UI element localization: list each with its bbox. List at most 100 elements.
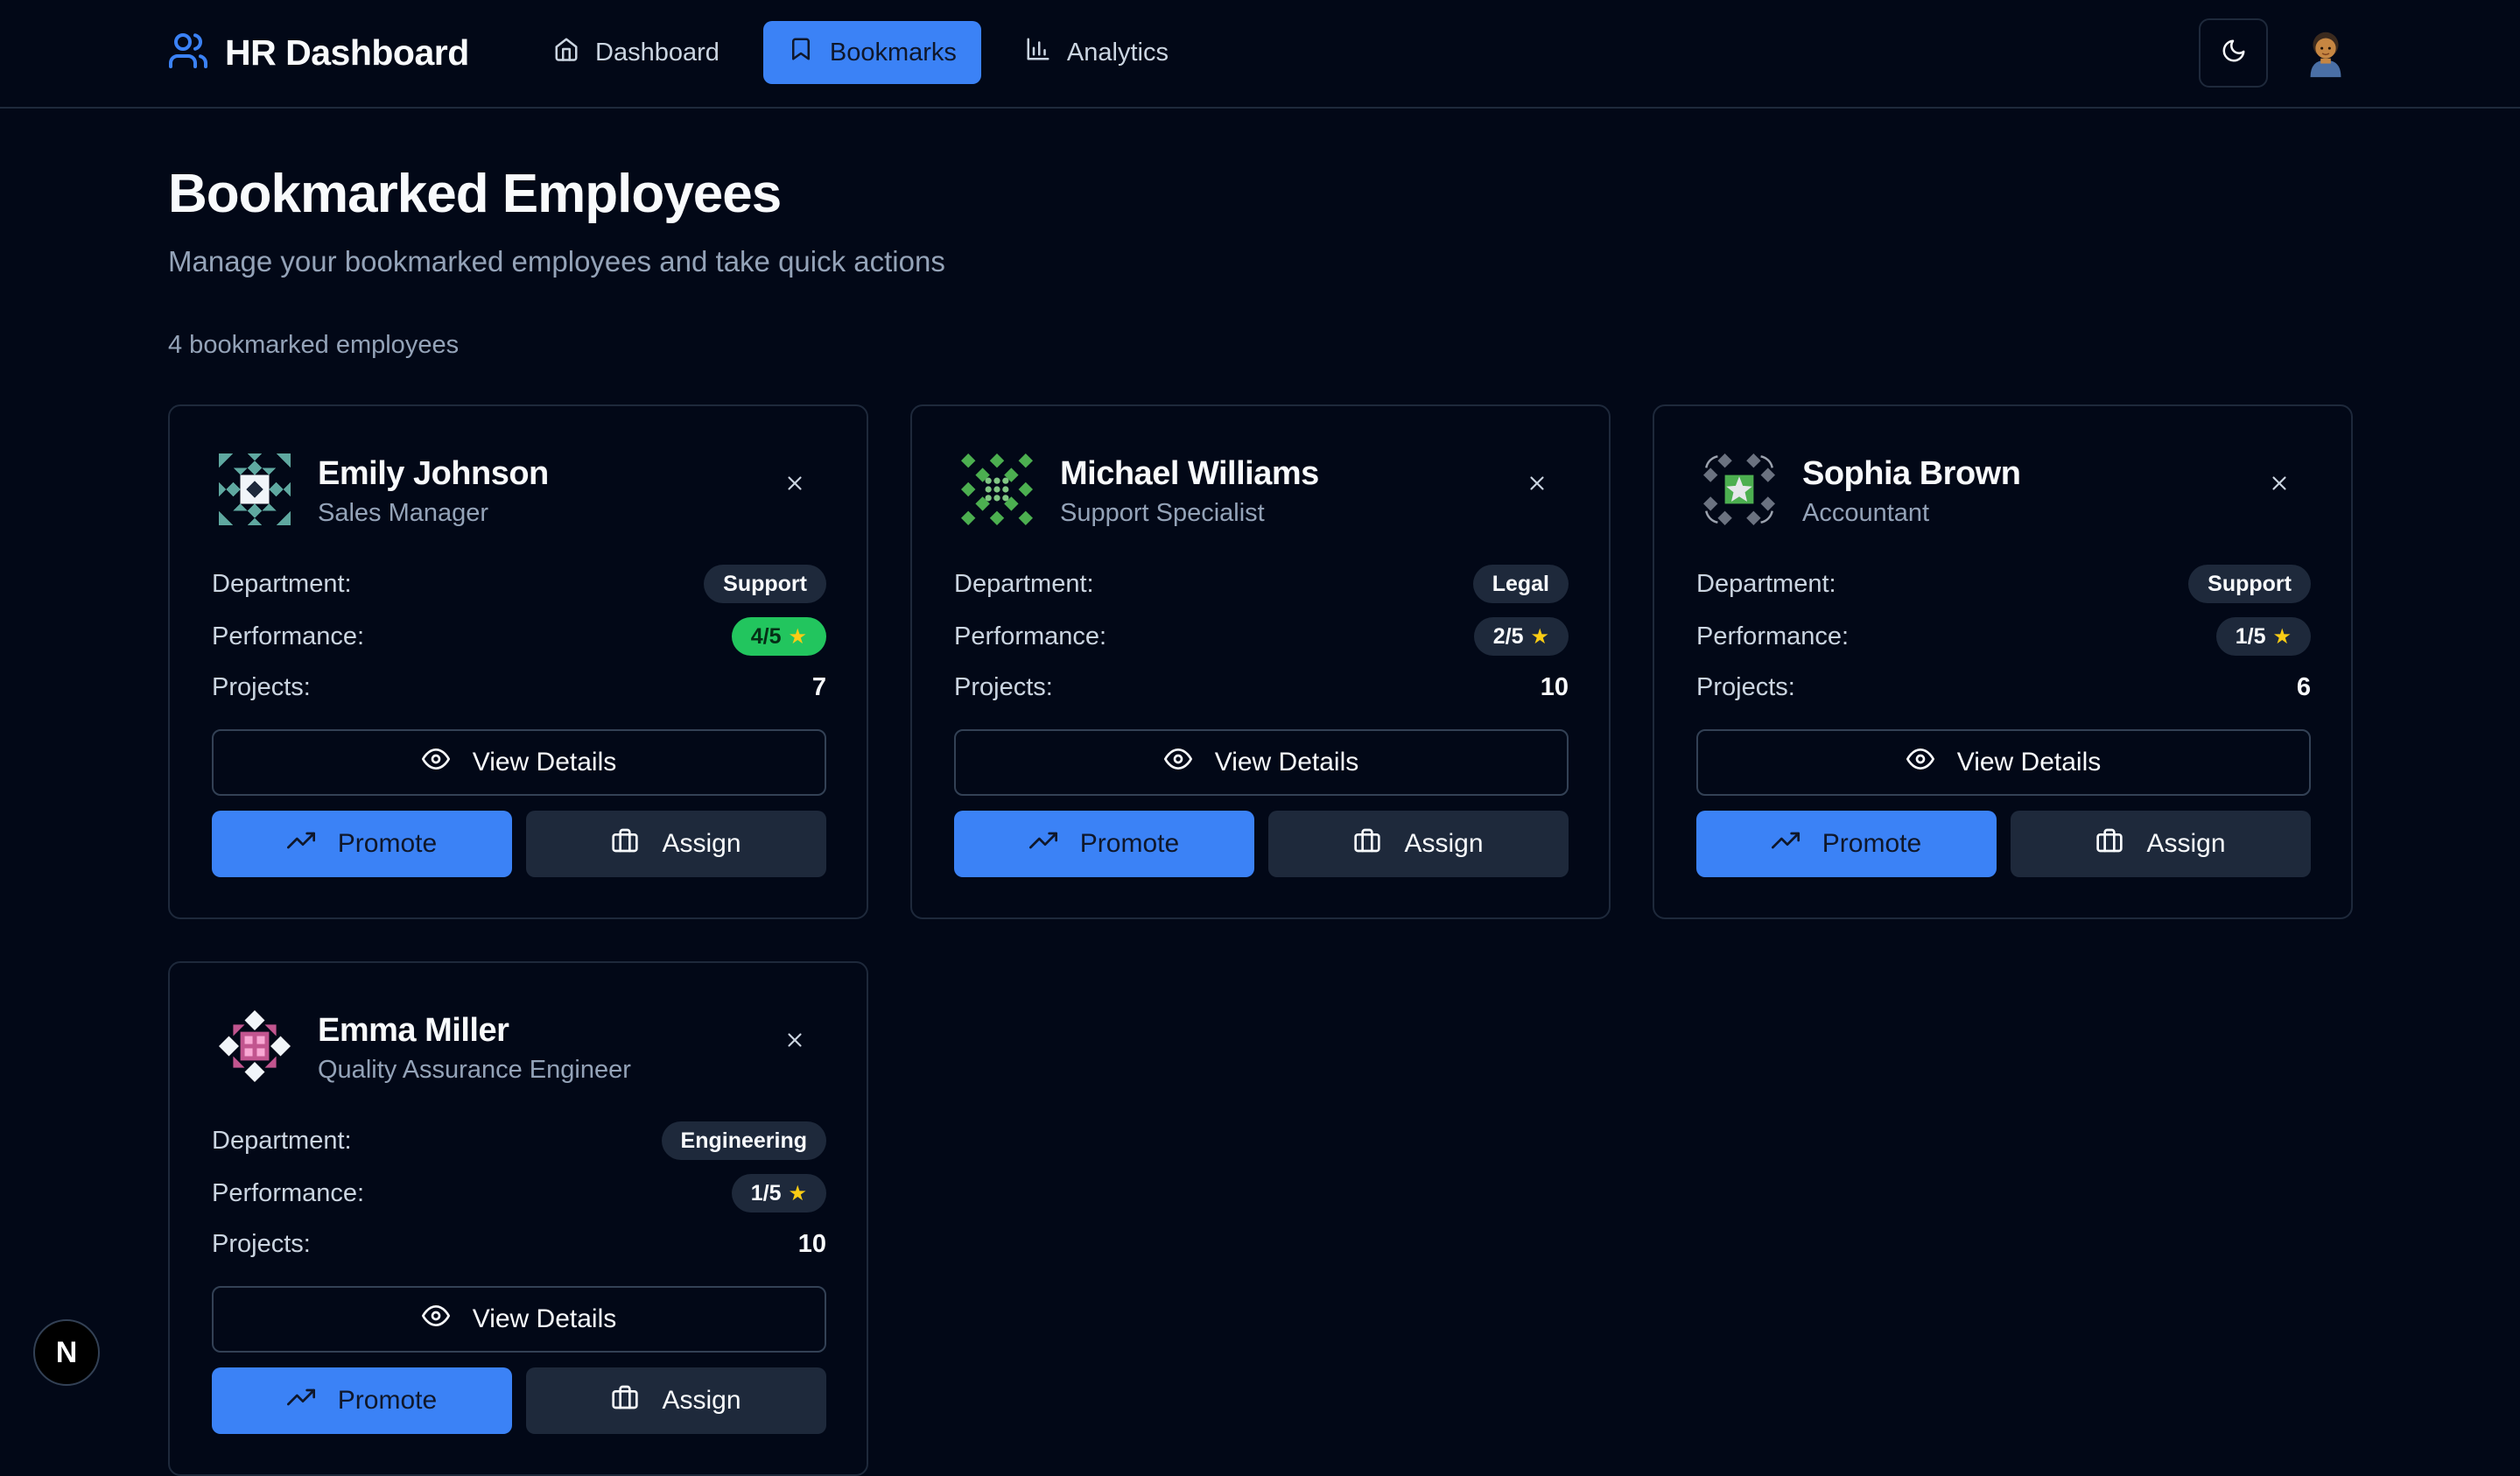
projects-label: Projects: (1696, 672, 1795, 701)
projects-value: 6 (2296, 672, 2311, 701)
briefcase-icon (2095, 826, 2123, 861)
performance-label: Performance: (1696, 622, 1850, 650)
promote-button[interactable]: Promote (212, 1367, 512, 1434)
employee-name[interactable]: Emily Johnson (318, 455, 549, 493)
bar-chart-icon (1025, 36, 1051, 69)
eye-icon (1163, 745, 1192, 780)
projects-label: Projects: (954, 672, 1053, 701)
close-icon (1526, 472, 1548, 499)
performance-value: 1/5 (2235, 623, 2266, 649)
assign-button[interactable]: Assign (2011, 811, 2311, 877)
performance-badge: 1/5 ★ (731, 1174, 826, 1212)
performance-label: Performance: (954, 622, 1107, 650)
identicon-avatar (219, 1010, 291, 1082)
performance-label: Performance: (212, 1178, 365, 1207)
department-label: Department: (212, 569, 352, 598)
employee-name[interactable]: Sophia Brown (1802, 455, 2021, 493)
app-title: HR Dashboard (225, 32, 469, 73)
projects-row: Projects: 10 (212, 1222, 826, 1266)
star-icon: ★ (1530, 624, 1549, 649)
home-icon (553, 36, 579, 69)
employee-card: Michael Williams Support Specialist Depa… (910, 404, 1611, 919)
nextjs-logo-icon: N (55, 1335, 78, 1369)
remove-bookmark-button[interactable] (2264, 469, 2295, 501)
employee-name[interactable]: Emma Miller (318, 1012, 509, 1050)
identicon-avatar (1703, 453, 1775, 525)
view-details-button[interactable]: View Details (212, 1286, 826, 1353)
performance-label: Performance: (212, 622, 365, 650)
department-row: Department: Engineering (212, 1119, 826, 1163)
performance-badge: 1/5 ★ (2215, 617, 2311, 656)
projects-label: Projects: (212, 1229, 311, 1258)
nextjs-dev-badge[interactable]: N (33, 1319, 100, 1386)
assign-label: Assign (662, 829, 741, 858)
remove-bookmark-button[interactable] (779, 1026, 811, 1058)
identicon-avatar (219, 453, 291, 525)
department-label: Department: (1696, 569, 1836, 598)
nav-item-dashboard[interactable]: Dashboard (529, 21, 744, 84)
remove-bookmark-button[interactable] (779, 469, 811, 501)
performance-row: Performance: 2/5 ★ (954, 615, 1569, 658)
brand[interactable]: HR Dashboard (167, 30, 469, 76)
projects-row: Projects: 10 (954, 665, 1569, 709)
nav-label: Dashboard (595, 38, 719, 67)
performance-row: Performance: 1/5 ★ (1696, 615, 2311, 658)
nav-item-bookmarks[interactable]: Bookmarks (762, 21, 981, 84)
main-nav: Dashboard Bookmarks Analytics (529, 21, 1193, 84)
promote-button[interactable]: Promote (1696, 811, 1997, 877)
assign-button[interactable]: Assign (526, 1367, 826, 1434)
nav-item-analytics[interactable]: Analytics (1000, 21, 1193, 84)
page-subtitle: Manage your bookmarked employees and tak… (168, 245, 945, 278)
performance-row: Performance: 1/5 ★ (212, 1171, 826, 1215)
trending-up-icon (286, 826, 315, 861)
user-avatar[interactable] (2299, 25, 2353, 79)
department-row: Department: Support (212, 562, 826, 606)
remove-bookmark-button[interactable] (1521, 469, 1553, 501)
department-badge: Engineering (661, 1121, 826, 1160)
employee-role: Accountant (1802, 499, 1930, 527)
bookmark-icon (788, 36, 814, 69)
users-icon (167, 30, 209, 76)
view-details-button[interactable]: View Details (954, 729, 1569, 796)
assign-label: Assign (2146, 829, 2226, 858)
projects-value: 7 (811, 672, 826, 701)
assign-label: Assign (1404, 829, 1484, 858)
close-icon (783, 1029, 806, 1056)
employee-role: Quality Assurance Engineer (318, 1056, 631, 1084)
performance-value: 2/5 (1492, 623, 1524, 649)
view-details-label: View Details (1214, 748, 1359, 777)
bookmark-count: 4 bookmarked employees (168, 331, 460, 359)
department-label: Department: (212, 1126, 352, 1155)
assign-button[interactable]: Assign (526, 811, 826, 877)
department-badge: Legal (1472, 565, 1569, 603)
employee-card: Emma Miller Quality Assurance Engineer D… (168, 961, 868, 1476)
close-icon (2268, 472, 2291, 499)
promote-button[interactable]: Promote (212, 811, 512, 877)
theme-toggle-button[interactable] (2199, 18, 2268, 88)
view-details-button[interactable]: View Details (212, 729, 826, 796)
performance-value: 4/5 (750, 623, 782, 649)
employee-role: Sales Manager (318, 499, 489, 527)
promote-button[interactable]: Promote (954, 811, 1254, 877)
performance-badge: 4/5 ★ (731, 617, 826, 656)
employee-name[interactable]: Michael Williams (1060, 455, 1319, 493)
promote-label: Promote (1822, 829, 1922, 858)
star-icon: ★ (788, 624, 807, 649)
page-title: Bookmarked Employees (168, 164, 782, 224)
nav-label: Bookmarks (829, 38, 957, 67)
briefcase-icon (611, 826, 639, 861)
eye-icon (1906, 745, 1934, 780)
assign-button[interactable]: Assign (1268, 811, 1569, 877)
eye-icon (421, 745, 450, 780)
employee-card: Emily Johnson Sales Manager Department: … (168, 404, 868, 919)
star-icon: ★ (788, 1181, 807, 1205)
department-badge: Support (2188, 565, 2311, 603)
projects-label: Projects: (212, 672, 311, 701)
nav-label: Analytics (1066, 38, 1169, 67)
employee-role: Support Specialist (1060, 499, 1265, 527)
trending-up-icon (286, 1383, 315, 1418)
projects-row: Projects: 7 (212, 665, 826, 709)
view-details-button[interactable]: View Details (1696, 729, 2311, 796)
promote-label: Promote (1079, 829, 1180, 858)
performance-row: Performance: 4/5 ★ (212, 615, 826, 658)
